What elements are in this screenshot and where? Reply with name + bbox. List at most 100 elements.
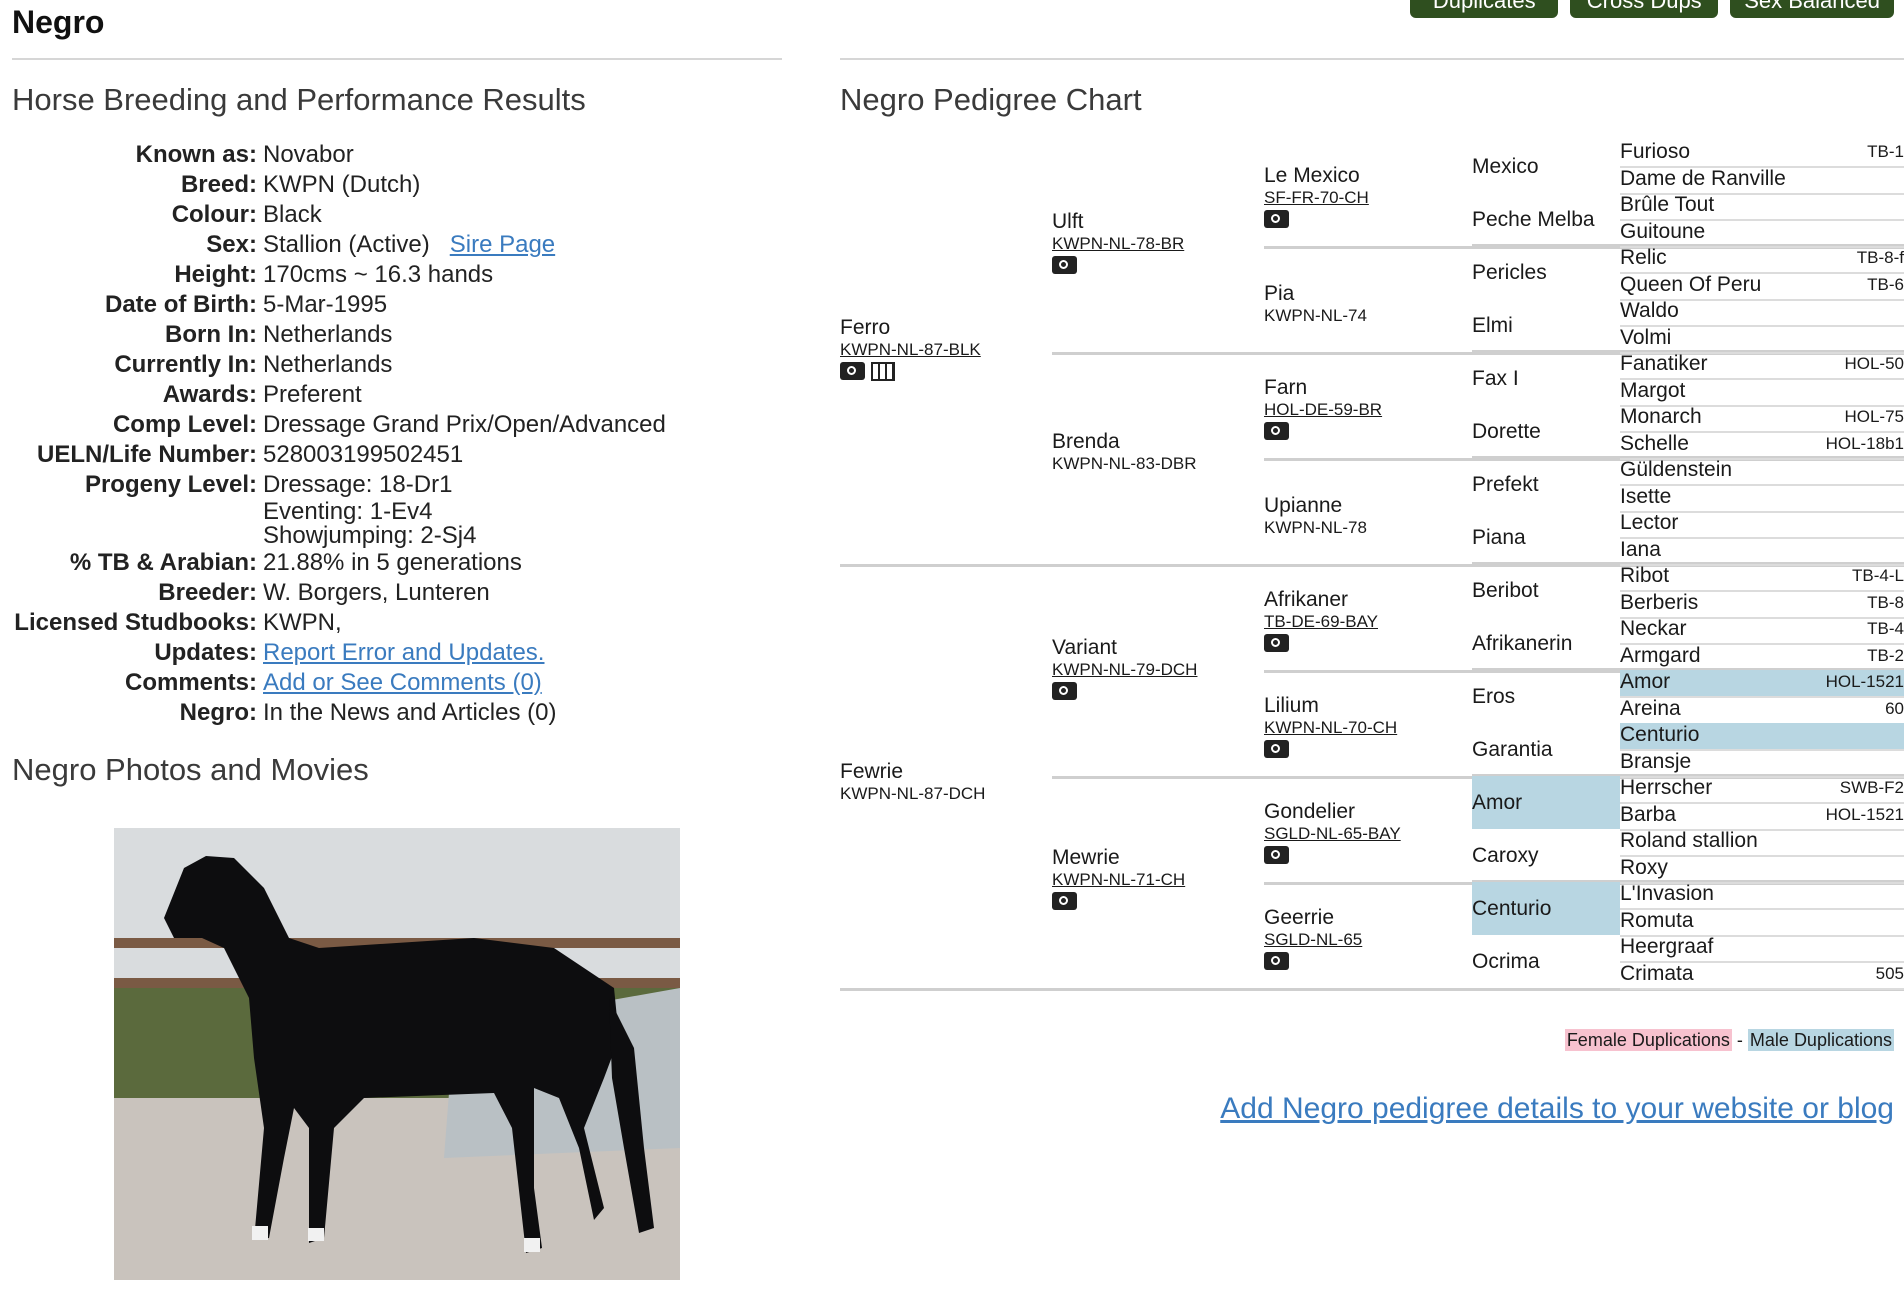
pedigree-gen5-horse[interactable]: Heergraaf (1620, 935, 1904, 963)
horse-name[interactable]: Le Mexico (1264, 164, 1369, 188)
horse-name[interactable]: Lilium (1264, 694, 1397, 718)
camera-icon[interactable] (1264, 846, 1289, 864)
horse-name[interactable]: Neckar (1620, 617, 1687, 641)
camera-icon[interactable] (1264, 740, 1289, 758)
horse-name[interactable]: Centurio (1620, 723, 1699, 747)
horse-name[interactable]: Ribot (1620, 564, 1669, 588)
horse-name[interactable]: Furioso (1620, 140, 1690, 164)
pedigree-gen5-horse[interactable]: Armgard TB-2 (1620, 644, 1904, 672)
horse-name[interactable]: Roland stallion (1620, 829, 1758, 853)
pedigree-sire[interactable]: Ferro KWPN-NL-87-BLK (840, 316, 981, 381)
pedigree-gen2-ulft[interactable]: Ulft KWPN-NL-78-BR (1052, 210, 1184, 274)
pedigree-gen5-horse[interactable]: Isette (1620, 485, 1904, 513)
horse-name[interactable]: Pia (1264, 282, 1367, 306)
pedigree-gen4-horse[interactable]: Ocrima (1472, 935, 1620, 988)
pedigree-gen5-horse[interactable]: Ribot TB-4-L (1620, 564, 1904, 592)
pedigree-gen3-farn[interactable]: Farn HOL-DE-59-BR (1264, 376, 1382, 440)
pedigree-gen3-gondelier[interactable]: Gondelier SGLD-NL-65-BAY (1264, 800, 1401, 864)
horse-reg[interactable]: KWPN-NL-78-BR (1052, 234, 1184, 254)
pedigree-gen3-afrikaner[interactable]: Afrikaner TB-DE-69-BAY (1264, 588, 1378, 652)
pedigree-gen5-horse[interactable]: Waldo (1620, 299, 1904, 327)
pedigree-gen3-geerrie[interactable]: Geerrie SGLD-NL-65 (1264, 906, 1362, 970)
horse-name[interactable]: Queen Of Peru (1620, 273, 1761, 297)
pedigree-gen5-horse[interactable]: Furioso TB-1 (1620, 140, 1904, 168)
pedigree-gen4-horse[interactable]: Centurio (1472, 882, 1620, 935)
horse-name[interactable]: Brûle Tout (1620, 193, 1714, 217)
horse-name[interactable]: Isette (1620, 485, 1671, 509)
horse-name[interactable]: Guitoune (1620, 220, 1705, 244)
horse-name[interactable]: Areina (1620, 697, 1681, 721)
pedigree-gen4-horse[interactable]: Dorette (1472, 405, 1620, 458)
sex-balanced-button[interactable]: Sex Balanced (1730, 0, 1894, 18)
pedigree-gen5-horse[interactable]: Romuta (1620, 909, 1904, 937)
camera-icon[interactable] (1052, 256, 1077, 274)
pedigree-gen4-horse[interactable]: Peche Melba (1472, 193, 1620, 246)
pedigree-gen3-lilium[interactable]: Lilium KWPN-NL-70-CH (1264, 694, 1397, 758)
pedigree-gen5-horse[interactable]: Neckar TB-4 (1620, 617, 1904, 645)
pedigree-gen4-horse[interactable]: Prefekt (1472, 458, 1620, 511)
duplicates-button[interactable]: Duplicates (1410, 0, 1559, 18)
horse-name[interactable]: Brenda (1052, 430, 1197, 454)
pedigree-gen4-horse[interactable]: Mexico (1472, 140, 1620, 193)
horse-photo[interactable] (114, 828, 680, 1280)
pedigree-gen5-horse[interactable]: Güldenstein (1620, 458, 1904, 486)
pedigree-gen5-horse[interactable]: Dame de Ranville (1620, 167, 1904, 195)
pedigree-gen2-variant[interactable]: Variant KWPN-NL-79-DCH (1052, 636, 1197, 700)
horse-name[interactable]: Iana (1620, 538, 1661, 562)
pedigree-gen4-horse[interactable]: Fax I (1472, 352, 1620, 405)
pedigree-gen5-horse[interactable]: Roxy (1620, 856, 1904, 884)
horse-name[interactable]: Bransje (1620, 750, 1691, 774)
pedigree-gen4-horse[interactable]: Elmi (1472, 299, 1620, 352)
horse-name[interactable]: L'Invasion (1620, 882, 1714, 906)
camera-icon[interactable] (840, 362, 865, 380)
horse-name[interactable]: Ulft (1052, 210, 1184, 234)
pedigree-gen5-horse[interactable]: Berberis TB-8 (1620, 591, 1904, 619)
pedigree-gen5-horse[interactable]: Guitoune (1620, 220, 1904, 248)
sire-page-link[interactable]: Sire Page (450, 231, 555, 258)
horse-name[interactable]: Ferro (840, 316, 981, 340)
pedigree-gen5-horse[interactable]: Margot (1620, 379, 1904, 407)
pedigree-gen5-horse[interactable]: Monarch HOL-75 (1620, 405, 1904, 433)
horse-name[interactable]: Volmi (1620, 326, 1671, 350)
horse-name[interactable]: Gondelier (1264, 800, 1401, 824)
pedigree-gen5-horse[interactable]: Lector (1620, 511, 1904, 539)
horse-name[interactable]: Crimata (1620, 962, 1694, 986)
pedigree-gen5-horse[interactable]: Herrscher SWB-F2 (1620, 776, 1904, 804)
horse-name[interactable]: Fewrie (840, 760, 985, 784)
horse-name[interactable]: Monarch (1620, 405, 1702, 429)
pedigree-gen4-horse[interactable]: Piana (1472, 511, 1620, 564)
pedigree-gen4-horse[interactable]: Beribot (1472, 564, 1620, 617)
horse-name[interactable]: Berberis (1620, 591, 1698, 615)
horse-name[interactable]: Farn (1264, 376, 1382, 400)
pedigree-gen5-horse[interactable]: Centurio (1620, 723, 1904, 751)
pedigree-gen5-horse[interactable]: Fanatiker HOL-50 (1620, 352, 1904, 380)
horse-reg[interactable]: TB-DE-69-BAY (1264, 612, 1378, 632)
camera-icon[interactable] (1052, 682, 1077, 700)
pedigree-gen5-horse[interactable]: Crimata 505 (1620, 962, 1904, 990)
horse-name[interactable]: Lector (1620, 511, 1678, 535)
horse-reg[interactable]: SF-FR-70-CH (1264, 188, 1369, 208)
horse-name[interactable]: Herrscher (1620, 776, 1712, 800)
horse-name[interactable]: Barba (1620, 803, 1676, 827)
pedigree-gen5-horse[interactable]: Schelle HOL-18b1 (1620, 432, 1904, 460)
horse-name[interactable]: Amor (1620, 670, 1670, 694)
horse-reg[interactable]: HOL-DE-59-BR (1264, 400, 1382, 420)
horse-name[interactable]: Schelle (1620, 432, 1689, 456)
pedigree-gen4-horse[interactable]: Garantia (1472, 723, 1620, 776)
film-icon[interactable] (871, 362, 895, 381)
pedigree-gen5-horse[interactable]: Bransje (1620, 750, 1904, 778)
horse-reg[interactable]: KWPN-NL-70-CH (1264, 718, 1397, 738)
horse-name[interactable]: Afrikaner (1264, 588, 1378, 612)
horse-name[interactable]: Dame de Ranville (1620, 167, 1786, 191)
pedigree-gen5-horse[interactable]: Roland stallion (1620, 829, 1904, 857)
pedigree-gen5-horse[interactable]: Areina 60 (1620, 697, 1904, 725)
pedigree-gen5-horse[interactable]: Amor HOL-1521 (1620, 670, 1904, 698)
horse-name[interactable]: Waldo (1620, 299, 1679, 323)
horse-name[interactable]: Upianne (1264, 494, 1367, 518)
pedigree-gen4-horse[interactable]: Eros (1472, 670, 1620, 723)
pedigree-gen3-le-mexico[interactable]: Le Mexico SF-FR-70-CH (1264, 164, 1369, 228)
horse-name[interactable]: Güldenstein (1620, 458, 1732, 482)
add-pedigree-to-website-link[interactable]: Add Negro pedigree details to your websi… (1220, 1092, 1894, 1126)
horse-name[interactable]: Variant (1052, 636, 1197, 660)
horse-reg[interactable]: KWPN-NL-87-BLK (840, 340, 981, 360)
